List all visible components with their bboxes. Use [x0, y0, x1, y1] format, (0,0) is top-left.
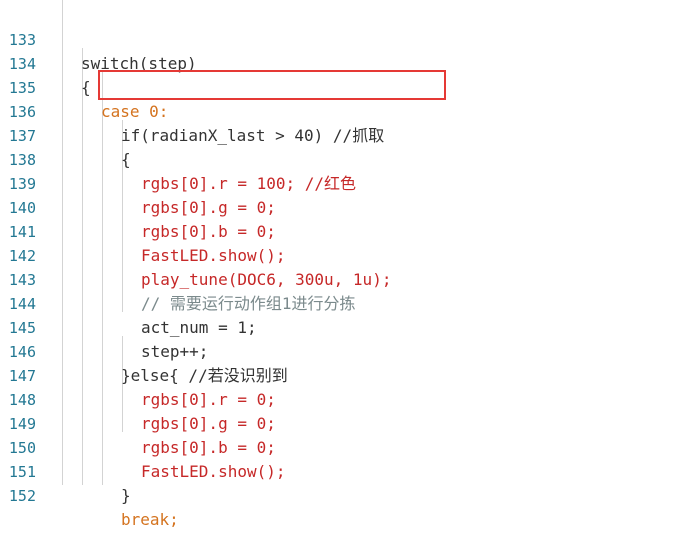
highlight-box	[98, 70, 446, 100]
code-line[interactable]: 145 step++;	[0, 292, 685, 361]
code-text: }	[121, 486, 131, 505]
code-line[interactable]: 152 break;	[0, 460, 685, 529]
code-line[interactable]: 142 play_tune(DOC6, 300u, 1u);	[0, 220, 685, 289]
code-line[interactable]: 138 rgbs[0].r = 100; //红色	[0, 124, 685, 193]
code-text: break;	[121, 510, 179, 529]
code-line[interactable]: 149 rgbs[0].b = 0;	[0, 388, 685, 457]
code-line[interactable]: 146 }else{ //若没识别到	[0, 316, 685, 385]
code-line[interactable]: 151 }	[0, 436, 685, 505]
code-line[interactable]: 140 rgbs[0].b = 0;	[0, 172, 685, 241]
code-line[interactable]: 144 act_num = 1;	[0, 268, 685, 337]
line-number: 152	[8, 487, 36, 505]
code-line[interactable]: 134 {	[0, 28, 685, 97]
code-editor[interactable]: 133 switch(step) 134 { 135 case 0: 136 i…	[0, 0, 685, 529]
code-line[interactable]: 133 switch(step)	[0, 4, 685, 73]
code-line[interactable]: 150 FastLED.show();	[0, 412, 685, 481]
code-line[interactable]: 137 {	[0, 100, 685, 169]
code-line[interactable]: 141 FastLED.show();	[0, 196, 685, 265]
code-line[interactable]: 143 // 需要运行动作组1进行分拣	[0, 244, 685, 313]
code-line[interactable]: 147 rgbs[0].r = 0;	[0, 340, 685, 409]
code-line[interactable]: 139 rgbs[0].g = 0;	[0, 148, 685, 217]
code-line[interactable]: 148 rgbs[0].g = 0;	[0, 364, 685, 433]
